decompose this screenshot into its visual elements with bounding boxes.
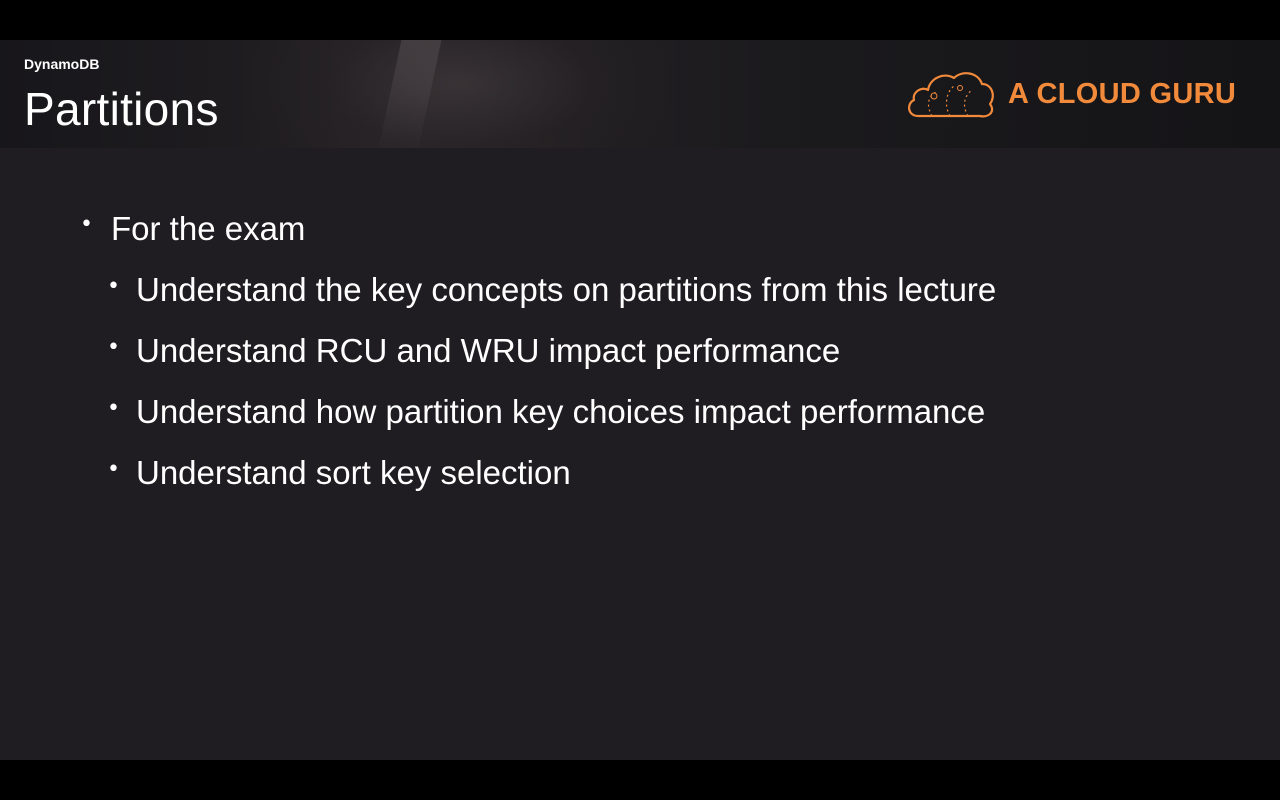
- bullet-dot: •: [107, 396, 120, 421]
- sub-bullet: Understand sort key selection: [136, 454, 571, 491]
- sub-bullet: Understand RCU and WRU impact performanc…: [136, 332, 841, 369]
- letterbox-bottom: [0, 760, 1280, 800]
- section-label: DynamoDB: [24, 56, 100, 72]
- bullet-dot: •: [107, 274, 120, 299]
- page-title: Partitions: [24, 83, 219, 135]
- slide-header: DynamoDB Partitions A CLOUD GURU: [0, 40, 1280, 148]
- bullet-dot: •: [107, 335, 120, 360]
- bullet-dot: •: [107, 457, 120, 482]
- slide: DynamoDB Partitions A CLOUD GURU • For t…: [0, 40, 1280, 760]
- sub-bullet: Understand how partition key choices imp…: [136, 393, 986, 430]
- letterbox-top: [0, 0, 1280, 40]
- bullet-dot: •: [80, 212, 93, 237]
- sub-bullet: Understand the key concepts on partition…: [136, 271, 997, 308]
- bullet-main: For the exam: [111, 210, 306, 247]
- brand-logo: A CLOUD GURU: [904, 66, 1236, 122]
- presenter-background: [250, 40, 670, 148]
- brand-name: A CLOUD GURU: [1008, 77, 1237, 110]
- cloud-logo-icon: [904, 66, 996, 122]
